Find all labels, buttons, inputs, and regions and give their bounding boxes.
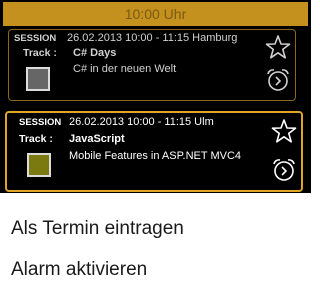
track-color-swatch: [26, 67, 50, 91]
menu-item-add-appointment[interactable]: Als Termin eintragen: [11, 218, 184, 240]
session-datetime-location: 26.02.2013 10:00 - 11:15 Ulm: [69, 116, 214, 128]
alarm-clock-icon[interactable]: [265, 67, 291, 93]
track-label: Track :: [23, 47, 57, 59]
track-description: Mobile Features in ASP.NET MVC4: [69, 150, 242, 162]
session-label: SESSION: [14, 33, 57, 44]
alarm-clock-icon[interactable]: [271, 157, 297, 183]
time-group-header: 10:00 Uhr: [3, 2, 308, 26]
time-group-label: 10:00 Uhr: [124, 6, 187, 22]
session-card-selected[interactable]: SESSION 26.02.2013 10:00 - 11:15 Ulm Tra…: [5, 111, 303, 192]
track-name: C# Days: [73, 47, 117, 59]
star-outline-icon[interactable]: [265, 34, 291, 60]
track-label: Track :: [19, 133, 53, 145]
star-outline-icon[interactable]: [271, 118, 297, 144]
session-list: 10:00 Uhr SESSION 26.02.2013 10:00 - 11:…: [0, 0, 311, 193]
track-name: JavaScript: [69, 133, 125, 145]
session-datetime-location: 26.02.2013 10:00 - 11:15 Hamburg: [67, 32, 238, 44]
track-description: C# in der neuen Welt: [73, 63, 177, 75]
track-color-swatch: [27, 153, 51, 177]
session-card[interactable]: SESSION 26.02.2013 10:00 - 11:15 Hamburg…: [8, 29, 296, 101]
session-label: SESSION: [19, 117, 62, 128]
menu-item-activate-alarm[interactable]: Alarm aktivieren: [11, 259, 147, 281]
